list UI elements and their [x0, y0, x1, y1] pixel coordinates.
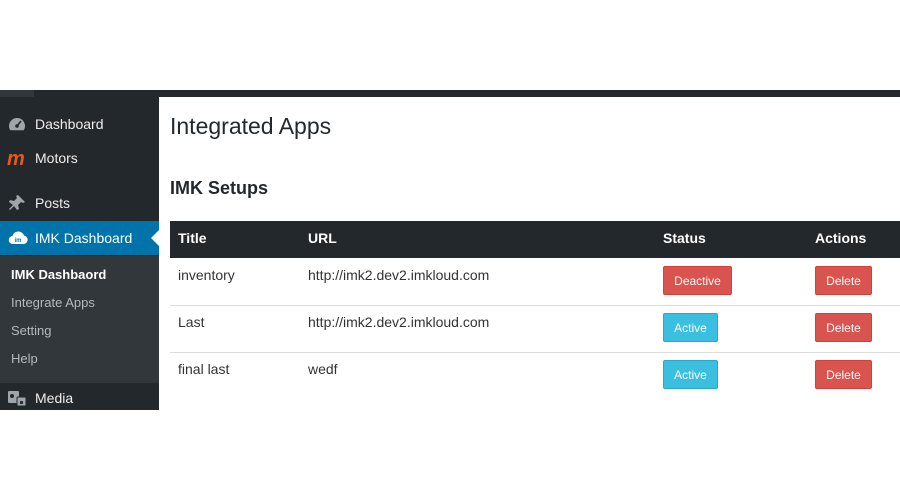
table-row: Last http://imk2.dev2.imkloud.com Active…: [170, 305, 900, 353]
submenu-item-help[interactable]: Help: [11, 351, 38, 366]
sidebar-item-media[interactable]: Media: [0, 381, 159, 410]
submenu-item-imk-dashbaord[interactable]: IMK Dashbaord: [11, 267, 106, 282]
sidebar-item-posts[interactable]: Posts: [0, 186, 159, 220]
row-url: http://imk2.dev2.imkloud.com: [308, 314, 490, 330]
row-url: http://imk2.dev2.imkloud.com: [308, 267, 490, 283]
sidebar-item-label: IMK Dashboard: [35, 230, 133, 246]
page-title: Integrated Apps: [170, 113, 332, 139]
delete-button[interactable]: Delete: [815, 360, 872, 389]
table-row: final last wedf Active Delete: [170, 352, 900, 399]
delete-button[interactable]: Delete: [815, 313, 872, 342]
admin-sidebar: Dashboard m Motors Posts im IMK Dashboar…: [0, 97, 159, 410]
admin-bar-logo-tab[interactable]: [0, 90, 34, 97]
pushpin-icon: [7, 194, 27, 212]
delete-button[interactable]: Delete: [815, 266, 872, 295]
imk-cloud-icon: im: [7, 229, 28, 247]
sidebar-item-label: Dashboard: [35, 116, 104, 132]
active-status-button[interactable]: Active: [663, 313, 718, 342]
deactive-status-button[interactable]: Deactive: [663, 266, 732, 295]
row-title: inventory: [178, 267, 235, 283]
row-title: Last: [178, 314, 205, 330]
motors-logo-icon: m: [7, 148, 27, 170]
media-icon: [7, 389, 27, 407]
svg-text:im: im: [15, 238, 22, 244]
sidebar-item-label: Posts: [35, 195, 71, 211]
sidebar-item-label: Media: [35, 390, 74, 406]
section-title: IMK Setups: [170, 178, 269, 198]
column-header-status: Status: [663, 230, 706, 246]
table-row: inventory http://imk2.dev2.imkloud.com D…: [170, 258, 900, 306]
submenu-item-integrate-apps[interactable]: Integrate Apps: [11, 295, 95, 310]
column-header-actions: Actions: [815, 230, 867, 246]
active-status-button[interactable]: Active: [663, 360, 718, 389]
sidebar-item-motors[interactable]: m Motors: [0, 141, 159, 175]
row-title: final last: [178, 361, 230, 377]
admin-bar: [0, 90, 900, 97]
column-header-url: URL: [308, 230, 337, 246]
row-url: wedf: [308, 361, 338, 377]
column-header-title: Title: [178, 230, 207, 246]
sidebar-item-imk-dashboard[interactable]: im IMK Dashboard: [0, 221, 159, 255]
dashboard-gauge-icon: [7, 115, 27, 133]
submenu-item-setting[interactable]: Setting: [11, 323, 51, 338]
table-header: Title URL Status Actions: [170, 221, 900, 258]
sidebar-item-label: Motors: [35, 150, 78, 166]
sidebar-submenu: IMK Dashbaord Integrate Apps Setting Hel…: [0, 256, 159, 383]
svg-text:m: m: [7, 149, 25, 167]
sidebar-item-dashboard[interactable]: Dashboard: [0, 107, 159, 141]
